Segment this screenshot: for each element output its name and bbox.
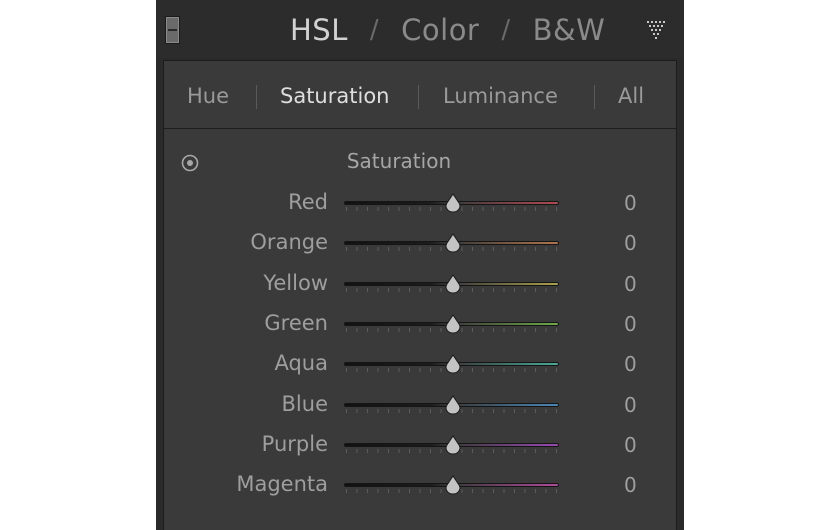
hsl-panel: HSL / Color / B&W Hue Saturation Luminan… xyxy=(156,0,684,530)
slider-thumb-icon[interactable] xyxy=(444,354,462,374)
panel-header: HSL / Color / B&W xyxy=(156,0,684,58)
slider-row-green: Green 0 xyxy=(164,311,676,341)
slider-thumb-icon[interactable] xyxy=(444,273,462,294)
slider-value[interactable]: 0 xyxy=(624,393,637,417)
slider-label: Yellow xyxy=(263,270,328,295)
slider-thumb-icon[interactable] xyxy=(444,394,462,415)
slider-value[interactable]: 0 xyxy=(624,312,637,336)
tab-bw[interactable]: B&W xyxy=(533,13,606,47)
subtab-bar: Hue Saturation Luminance All xyxy=(164,61,676,129)
slider-label: Magenta xyxy=(236,472,328,497)
slider-label: Red xyxy=(288,190,328,214)
slider-value[interactable]: 0 xyxy=(624,231,637,255)
slider-value[interactable]: 0 xyxy=(624,352,637,376)
subtab-luminance[interactable]: Luminance xyxy=(443,84,558,108)
slider-thumb-icon[interactable] xyxy=(444,313,462,334)
header-tabs: HSL / Color / B&W xyxy=(290,10,605,50)
panel-toggle-switch[interactable] xyxy=(165,16,180,44)
subtab-divider xyxy=(594,85,595,109)
tab-hsl[interactable]: HSL xyxy=(290,13,348,47)
slider-label: Orange xyxy=(250,230,328,255)
section-title: Saturation xyxy=(346,149,452,173)
slider-value[interactable]: 0 xyxy=(624,433,637,457)
slider-row-yellow: Yellow 0 xyxy=(164,271,676,301)
slider-label: Aqua xyxy=(274,351,328,376)
slider-thumb-icon[interactable] xyxy=(444,233,462,253)
panel-menu-icon[interactable] xyxy=(646,20,666,40)
slider-row-aqua: Aqua 0 xyxy=(164,351,676,381)
slider-thumb-icon[interactable] xyxy=(444,193,462,213)
slider-value[interactable]: 0 xyxy=(624,191,637,215)
slider-value[interactable]: 0 xyxy=(624,272,637,296)
subtab-divider xyxy=(256,85,257,109)
subtab-saturation[interactable]: Saturation xyxy=(280,84,389,108)
header-separator: / xyxy=(369,15,380,45)
slider-value[interactable]: 0 xyxy=(624,473,637,497)
slider-row-blue: Blue 0 xyxy=(164,392,676,422)
slider-row-purple: Purple 0 xyxy=(164,432,676,462)
subtab-all[interactable]: All xyxy=(618,84,644,108)
slider-row-red: Red 0 xyxy=(164,190,676,220)
slider-label: Blue xyxy=(281,391,328,416)
subtab-hue[interactable]: Hue xyxy=(187,84,229,108)
slider-thumb-icon[interactable] xyxy=(444,475,462,495)
slider-label: Purple xyxy=(261,431,328,456)
subtab-divider xyxy=(418,85,419,109)
tab-color[interactable]: Color xyxy=(401,13,479,47)
panel-content: Hue Saturation Luminance All Saturation … xyxy=(163,60,677,530)
header-separator: / xyxy=(501,15,511,45)
slider-label: Green xyxy=(264,310,328,335)
slider-thumb-icon[interactable] xyxy=(444,434,462,455)
slider-row-orange: Orange 0 xyxy=(164,230,676,260)
slider-row-magenta: Magenta 0 xyxy=(164,472,676,502)
